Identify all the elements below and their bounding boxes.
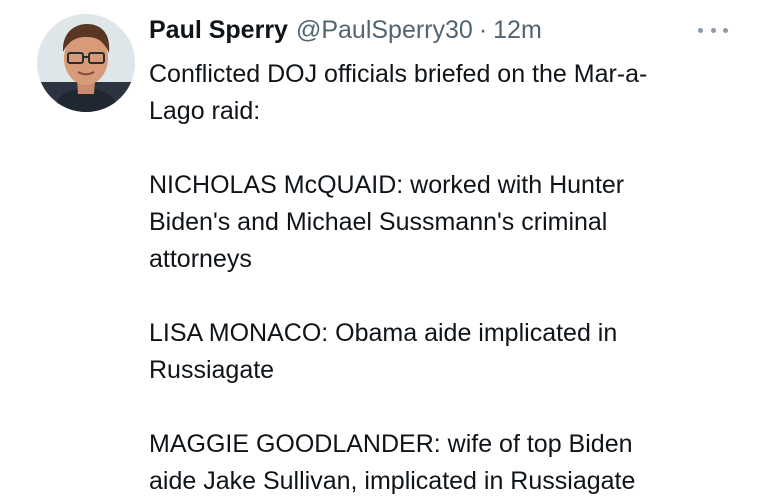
tweet-line: attorneys — [149, 245, 252, 273]
tweet-line: Conflicted DOJ officials briefed on the … — [149, 60, 648, 88]
tweet: Paul Sperry @PaulSperry30 · 12m Conflict… — [0, 0, 768, 497]
ellipsis-dot — [723, 27, 728, 33]
avatar[interactable] — [37, 14, 135, 112]
tweet-line: aide Jake Sullivan, implicated in Russia… — [149, 467, 636, 495]
separator-dot: · — [478, 16, 488, 44]
tweet-line: Lago raid: — [149, 97, 261, 125]
tweet-paragraph: LISA MONACO: Obama aide implicated in Ru… — [149, 315, 749, 389]
ellipsis-dot — [698, 27, 703, 33]
avatar-image — [37, 14, 135, 112]
tweet-line: Biden's and Michael Sussmann's criminal — [149, 208, 608, 236]
tweet-paragraph: MAGGIE GOODLANDER: wife of top Biden aid… — [149, 426, 749, 500]
author-handle[interactable]: @PaulSperry30 — [296, 10, 473, 50]
author-name[interactable]: Paul Sperry — [149, 10, 288, 50]
tweet-line: LISA MONACO: Obama aide implicated in — [149, 319, 618, 347]
tweet-line: MAGGIE GOODLANDER: wife of top Biden — [149, 430, 633, 458]
tweet-line: NICHOLAS McQUAID: worked with Hunter — [149, 171, 625, 199]
tweet-line: Russiagate — [149, 356, 275, 384]
tweet-header: Paul Sperry @PaulSperry30 · 12m — [149, 10, 542, 50]
ellipsis-dot — [710, 27, 716, 33]
tweet-paragraph: NICHOLAS McQUAID: worked with Hunter Bid… — [149, 167, 749, 278]
more-options-icon[interactable] — [698, 22, 728, 38]
tweet-paragraph: Conflicted DOJ officials briefed on the … — [149, 56, 749, 130]
timestamp[interactable]: 12m — [493, 10, 542, 50]
tweet-body: Conflicted DOJ officials briefed on the … — [149, 56, 749, 500]
